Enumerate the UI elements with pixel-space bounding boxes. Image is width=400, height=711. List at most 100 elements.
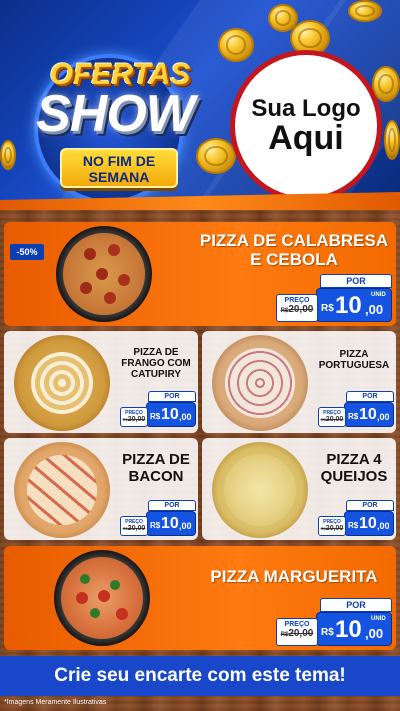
currency-symbol: R$ [321,627,334,638]
offer-card-4-queijos[interactable]: PIZZA 4 QUEIJOS POR R$ 10 ,00 PREÇO R$20… [202,438,396,540]
bacon-title-line2: BACON [128,467,184,485]
por-label: POR [346,391,394,402]
offer-card-frango[interactable]: PIZZA DE FRANGO COM CATUPIRY POR R$ 10 ,… [4,331,198,433]
old-price: R$20,00 [277,304,317,315]
old-price-box: PREÇO R$20,00 [120,516,148,536]
price-int: 10 [335,616,362,643]
old-value: 20,00 [127,416,146,423]
weekend-line1: NO FIM DE [82,153,156,169]
featured-price-tag: POR R$ 10 ,00 UNID PREÇO R$20,00 [276,274,392,322]
featured-title: PIZZA DE CALABRESA E CEBOLA [194,231,394,269]
bacon-title-line1: PIZZA DE [122,451,190,468]
portuguesa-title: PIZZA PORTUGUESA [312,349,396,371]
frango-title-line1: PIZZA DE [133,347,179,358]
featured-title-line1: PIZZA DE CALABRESA [199,231,389,250]
unid-label: UNID [371,616,386,622]
price-dec: ,00 [377,412,390,422]
old-price-box: PREÇO R$20,00 [276,294,318,322]
price-dec: ,00 [179,521,192,531]
currency-symbol: R$ [348,521,359,530]
frango-price-tag: POR R$ 10 ,00 PREÇO R$20,00 [120,391,196,427]
old-value: 20,00 [325,416,344,423]
header-banner: OFERTAS SHOW NO FIM DE SEMANA Sua Logo A… [0,0,400,210]
bacon-price-tag: POR R$ 10 ,00 PREÇO R$20,00 [120,500,196,536]
preco-label: PREÇO [323,410,341,416]
preco-label: PREÇO [323,519,341,525]
featured-title-line2: E CEBOLA [250,249,338,269]
bacon-title: PIZZA DE BACON [116,451,196,485]
por-label: POR [320,598,392,612]
price-int: 10 [161,515,179,532]
4-queijos-price-tag: POR R$ 10 ,00 PREÇO R$20,00 [318,500,394,536]
old-value: 20,00 [288,628,314,639]
offer-card-portuguesa[interactable]: PIZZA PORTUGUESA POR R$ 10 ,00 PREÇO R$2… [202,331,396,433]
unid-label: UNID [371,292,386,298]
weekend-line2: SEMANA [88,169,150,185]
discount-badge: -50% [10,244,44,260]
preco-label: PREÇO [125,519,143,525]
price-dec: ,00 [365,302,384,317]
marguerita-title: PIZZA MARGUERITA [210,567,378,586]
cta-banner[interactable]: Crie seu encarte com este tema! [0,656,400,696]
old-price: R$20,00 [319,416,345,423]
portuguesa-price-tag: POR R$ 10 ,00 PREÇO R$20,00 [318,391,394,427]
price-int: 10 [359,515,377,532]
coin-icon [384,120,400,160]
por-label: POR [148,391,196,402]
disclaimer-text: *Imagens Meramente Ilustrativas [4,699,107,706]
ofertas-show-emblem: OFERTAS SHOW NO FIM DE SEMANA [12,48,202,204]
bacon-pizza-image [14,442,110,538]
marguerita-offer-card[interactable]: PIZZA MARGUERITA POR R$ 10 ,00 UNID PREÇ… [4,546,396,650]
old-price: R$20,00 [319,525,345,532]
preco-label: PREÇO [125,410,143,416]
price-int: 10 [161,406,179,423]
calabresa-pizza-image [56,226,152,322]
frango-title-line2: FRANGO COM [121,358,191,369]
old-price-box: PREÇO R$20,00 [276,618,318,646]
marguerita-price-tag: POR R$ 10 ,00 UNID PREÇO R$20,00 [276,598,392,646]
old-price: R$20,00 [277,628,317,639]
price-box: R$ 10 ,00 [146,511,196,536]
old-price-box: PREÇO R$20,00 [318,407,346,427]
logo-line1: Sua Logo [251,94,361,122]
portuguesa-pizza-image [212,335,308,431]
price-dec: ,00 [377,521,390,531]
price-dec: ,00 [365,626,384,641]
frango-pizza-image [14,335,110,431]
price-int: 10 [335,292,362,319]
price-box: R$ 10 ,00 [344,402,394,427]
price-box: R$ 10 ,00 [146,402,196,427]
old-price-box: PREÇO R$20,00 [120,407,148,427]
logo-placeholder[interactable]: Sua Logo Aqui [230,50,382,202]
price-box: R$ 10 ,00 UNID [316,288,392,322]
4-queijos-title-line2: QUEIJOS [320,467,388,485]
price-int: 10 [359,406,377,423]
old-price: R$20,00 [121,525,147,532]
4-queijos-pizza-image [212,442,308,538]
show-text: SHOW [36,85,195,143]
price-dec: ,00 [179,412,192,422]
old-value: 20,00 [325,525,344,532]
portuguesa-title-line1: PIZZA [339,349,369,360]
por-label: POR [148,500,196,511]
preco-label: PREÇO [284,621,310,628]
offer-card-bacon[interactable]: PIZZA DE BACON POR R$ 10 ,00 PREÇO R$20,… [4,438,198,540]
frango-title-line3: CATUPIRY [131,369,181,380]
por-label: POR [320,274,392,288]
old-value: 20,00 [288,304,314,315]
currency-symbol: R$ [150,412,161,421]
logo-line2: Aqui [268,118,344,157]
price-box: R$ 10 ,00 [344,511,394,536]
coin-icon [348,0,382,22]
por-label: POR [346,500,394,511]
price-box: R$ 10 ,00 UNID [316,612,392,646]
coin-icon [218,28,254,62]
old-price: R$20,00 [121,416,147,423]
currency-symbol: R$ [150,521,161,530]
preco-label: PREÇO [284,297,310,304]
old-value: 20,00 [127,525,146,532]
marguerita-pizza-image [54,550,150,646]
portuguesa-title-line2: PORTUGUESA [318,360,390,371]
featured-offer-card[interactable]: -50% PIZZA DE CALABRESA E CEBOLA POR R$ … [4,222,396,326]
currency-symbol: R$ [348,412,359,421]
